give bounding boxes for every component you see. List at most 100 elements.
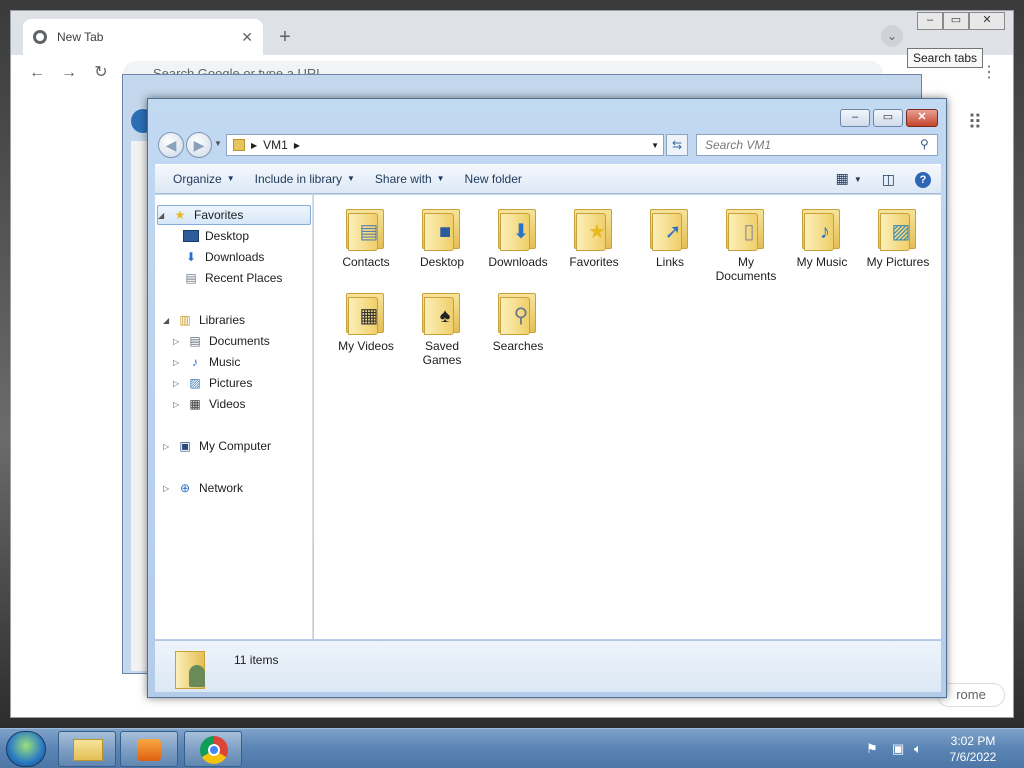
taskbar-chrome-button[interactable] <box>184 731 242 767</box>
address-bar[interactable]: ▶ VM1 ▶ ▼ <box>226 134 664 156</box>
clock-date: 7/6/2022 <box>949 750 997 764</box>
nav-desktop[interactable]: Desktop <box>183 226 249 246</box>
nav-my-computer[interactable]: ▷ ▣ My Computer <box>163 436 271 456</box>
media-player-icon <box>137 739 161 761</box>
search-icon[interactable]: ⚲ <box>920 137 929 151</box>
forward-arrow-icon[interactable]: → <box>57 61 81 85</box>
details-pane: 11 items <box>155 640 941 692</box>
nav-videos[interactable]: ▷ ▦ Videos <box>173 394 245 414</box>
new-tab-button[interactable]: + <box>273 25 297 49</box>
maximize-button[interactable]: ▭ <box>873 109 903 127</box>
film-icon: ▦ <box>189 397 201 411</box>
folder-item-my-pictures[interactable]: ▨ My Pictures <box>860 203 936 269</box>
chrome-icon <box>200 736 228 764</box>
refresh-icon[interactable]: ⇆ <box>666 134 688 156</box>
magnifier-icon: ⚲ <box>513 305 529 327</box>
system-clock[interactable]: 3:02 PM 7/6/2022 <box>940 733 1006 765</box>
nav-music[interactable]: ▷ ♪ Music <box>173 352 240 372</box>
apps-grid-icon[interactable]: ⠿ <box>963 111 987 135</box>
close-button[interactable]: ✕ <box>906 109 938 127</box>
document-icon: ▤ <box>189 334 201 348</box>
tab-title: New Tab <box>57 30 104 44</box>
document-icon: ▯ <box>743 221 755 243</box>
star-icon: ★ <box>588 221 606 243</box>
music-note-icon: ♪ <box>820 221 830 243</box>
star-icon: ★ <box>174 208 186 222</box>
nav-documents[interactable]: ▷ ▤ Documents <box>173 331 270 351</box>
preview-pane-icon[interactable]: ◫ <box>872 164 905 194</box>
include-in-library-menu[interactable]: Include in library ▼ <box>245 164 365 195</box>
folder-icon <box>73 739 103 761</box>
organize-menu[interactable]: Organize ▼ <box>163 164 245 195</box>
link-arrow-icon: ➚ <box>664 221 682 243</box>
download-arrow-icon: ⬇ <box>512 221 530 243</box>
folder-icon <box>233 139 245 151</box>
nav-recent-places[interactable]: ▤ Recent Places <box>183 268 282 288</box>
clock-time: 3:02 PM <box>950 734 996 748</box>
contact-card-icon: ▤ <box>359 221 379 243</box>
help-icon[interactable]: ? <box>905 164 941 194</box>
chrome-minimize-button[interactable]: – <box>917 12 943 30</box>
navigation-pane: ◢ ★ Favorites Desktop ⬇ Downloads ▤ Recen… <box>155 195 313 639</box>
chrome-close-button[interactable]: ✕ <box>969 12 1005 30</box>
network-status-icon[interactable]: ▣ <box>892 741 904 757</box>
taskbar-media-player-button[interactable] <box>120 731 178 767</box>
change-view-icon[interactable]: ▦ ▼ <box>826 163 872 194</box>
chess-piece-icon: ♠ <box>439 305 451 327</box>
breadcrumb-arrow-icon[interactable]: ▶ <box>294 141 300 150</box>
folder-item-contacts[interactable]: ▤ Contacts <box>328 203 404 269</box>
search-input[interactable]: Search VM1 <box>696 134 938 156</box>
network-icon: ⊕ <box>179 481 191 495</box>
user-folder-icon <box>175 647 213 689</box>
forward-button[interactable]: ▶ <box>186 132 212 158</box>
folder-item-desktop[interactable]: ■ Desktop <box>404 203 480 269</box>
tab-close-icon[interactable]: ✕ <box>241 29 253 46</box>
nav-label: Favorites <box>194 208 244 222</box>
back-button[interactable]: ◀ <box>158 132 184 158</box>
browser-tab[interactable]: New Tab ✕ <box>23 19 263 55</box>
folder-item-searches[interactable]: ⚲ Searches <box>480 287 556 353</box>
folder-item-favorites[interactable]: ★ Favorites <box>556 203 632 269</box>
folder-item-downloads[interactable]: ⬇ Downloads <box>480 203 556 269</box>
taskbar: ⚑ ▣ 🔈︎ 3:02 PM 7/6/2022 <box>0 728 1024 768</box>
chrome-maximize-button[interactable]: ▭ <box>943 12 969 30</box>
film-icon: ▦ <box>359 305 379 327</box>
command-bar: Organize ▼ Include in library ▼ Share with… <box>155 164 941 194</box>
folder-item-saved-games[interactable]: ♠ Saved Games <box>404 287 480 367</box>
nav-favorites[interactable]: ◢ ★ Favorites <box>157 205 311 225</box>
desktop-icon <box>183 230 199 242</box>
breadcrumb-item[interactable]: VM1 <box>263 138 288 152</box>
action-center-icon[interactable]: ⚑ <box>866 741 878 757</box>
nav-downloads[interactable]: ⬇ Downloads <box>183 247 264 267</box>
recent-places-icon: ▤ <box>185 271 197 285</box>
volume-icon[interactable]: 🔈︎ <box>914 741 922 757</box>
reload-icon[interactable]: ↻ <box>89 61 113 85</box>
folder-item-my-documents[interactable]: ▯ My Documents <box>708 203 784 283</box>
back-arrow-icon[interactable]: ← <box>25 61 49 85</box>
desktop-icon: ■ <box>438 221 452 243</box>
nav-pictures[interactable]: ▷ ▨ Pictures <box>173 373 252 393</box>
folder-item-my-videos[interactable]: ▦ My Videos <box>328 287 404 353</box>
nav-network[interactable]: ▷ ⊕ Network <box>163 478 243 498</box>
folder-item-links[interactable]: ➚ Links <box>632 203 708 269</box>
breadcrumb-arrow-icon[interactable]: ▶ <box>251 141 257 150</box>
chrome-favicon-icon <box>33 30 47 44</box>
search-tabs-button[interactable]: ⌄ <box>881 25 903 47</box>
customize-chrome-button[interactable]: rome <box>937 683 1005 707</box>
picture-icon: ▨ <box>189 376 201 390</box>
recent-pages-chevron-icon[interactable]: ▼ <box>214 139 222 148</box>
address-dropdown-icon[interactable]: ▼ <box>651 141 663 150</box>
explorer-window: – ▭ ✕ ◀ ▶ ▼ ▶ VM1 ▶ ▼ ⇆ Search VM1 ⚲ Org… <box>147 98 947 698</box>
start-button[interactable] <box>6 731 46 767</box>
item-count: 11 items <box>234 653 279 667</box>
taskbar-explorer-button[interactable] <box>58 731 116 767</box>
folder-view: ▤ Contacts ■ Desktop ⬇ Downloads ★ Favor… <box>314 195 941 639</box>
folder-item-my-music[interactable]: ♪ My Music <box>784 203 860 269</box>
nav-libraries[interactable]: ◢ ▥ Libraries <box>163 310 245 330</box>
music-note-icon: ♪ <box>192 355 198 369</box>
share-with-menu[interactable]: Share with ▼ <box>365 164 455 195</box>
new-folder-button[interactable]: New folder <box>455 164 532 194</box>
search-tabs-tooltip: Search tabs <box>907 48 984 68</box>
picture-icon: ▨ <box>891 221 911 243</box>
minimize-button[interactable]: – <box>840 109 870 127</box>
